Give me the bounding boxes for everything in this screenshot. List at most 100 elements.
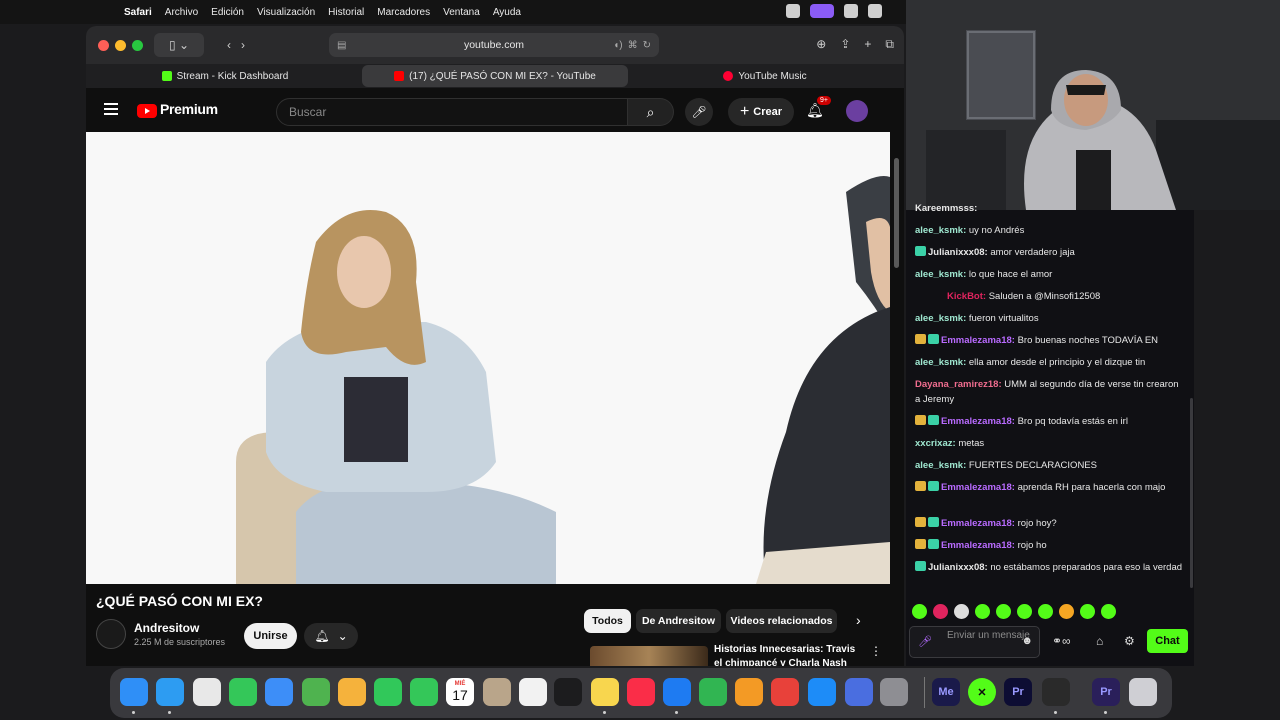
emote-icon[interactable] <box>1101 604 1116 619</box>
dock-app-store-icon[interactable] <box>808 678 836 706</box>
dock-safari-icon[interactable] <box>156 678 184 706</box>
prediction-icon[interactable]: ⚭∞ <box>1052 634 1071 648</box>
close-window-button[interactable] <box>98 40 109 51</box>
emote-icon[interactable] <box>912 604 927 619</box>
search-input[interactable]: Buscar <box>276 98 628 126</box>
menu-marcadores[interactable]: Marcadores <box>377 7 430 18</box>
dock-launchpad-icon[interactable] <box>193 678 221 706</box>
dock-pages-icon[interactable] <box>735 678 763 706</box>
related-video-thumbnail[interactable] <box>590 646 708 666</box>
more-options-icon[interactable]: ⋮ <box>870 644 882 658</box>
youtube-brand[interactable]: Premium <box>160 101 218 117</box>
menu-visualizacion[interactable]: Visualización <box>257 7 315 18</box>
address-bar[interactable]: ▤ youtube.com ◖) ⌘ ↻ <box>329 33 659 57</box>
new-tab-icon[interactable]: + <box>864 37 871 52</box>
audio-icon[interactable]: ◖) <box>613 40 622 51</box>
channel-name[interactable]: Andresitow <box>134 621 199 635</box>
dock-notes-icon[interactable] <box>591 678 619 706</box>
create-button[interactable]: + Crear <box>728 98 794 126</box>
tab-youtube-video[interactable]: (17) ¿QUÉ PASÓ CON MI EX? - YouTube <box>362 65 628 87</box>
emote-icon[interactable] <box>996 604 1011 619</box>
join-button[interactable]: Unirse <box>244 623 297 649</box>
dock-kick-icon[interactable]: ✕ <box>968 678 996 706</box>
dock-premiere-pro-beta-icon[interactable]: Pr <box>1092 678 1120 706</box>
chat-username[interactable]: alee_ksmk: <box>915 225 966 236</box>
chat-username[interactable]: KickBot: <box>947 291 986 302</box>
menu-ventana[interactable]: Ventana <box>443 7 480 18</box>
reload-icon[interactable]: ↻ <box>643 40 651 51</box>
share-icon[interactable]: ⇪ <box>840 37 850 52</box>
dock-finder-icon[interactable] <box>120 678 148 706</box>
menu-historial[interactable]: Historial <box>328 7 364 18</box>
dock-phone-icon[interactable] <box>410 678 438 706</box>
emoji-icon[interactable]: ☻ <box>1021 635 1033 647</box>
chat-username[interactable]: Julianixxx08: <box>928 247 988 258</box>
dock-premiere-pro-icon[interactable]: Pr <box>1004 678 1032 706</box>
chat-username[interactable]: Emmalezama18: <box>941 540 1015 551</box>
chat-username[interactable]: Emmalezama18: <box>941 518 1015 529</box>
chat-message-input[interactable]: 🎤︎ Enviar un mensaje ☻ <box>909 626 1040 658</box>
emote-icon[interactable] <box>1017 604 1032 619</box>
emote-icon[interactable] <box>954 604 969 619</box>
app-status-icon[interactable] <box>868 4 882 18</box>
dock-maps-icon[interactable] <box>302 678 330 706</box>
tab-overview-icon[interactable]: ⧉ <box>885 37 894 52</box>
dock-calendar-icon[interactable]: MIÉ 17 <box>446 678 474 706</box>
emote-icon[interactable] <box>975 604 990 619</box>
menu-app-name[interactable]: Safari <box>124 7 152 18</box>
tab-kick-dashboard[interactable]: Stream - Kick Dashboard <box>90 65 360 87</box>
sidebar-toggle-icon[interactable]: ▯ ⌄ <box>154 33 204 57</box>
dock-photos-icon[interactable] <box>338 678 366 706</box>
chat-username[interactable]: alee_ksmk: <box>915 269 966 280</box>
emote-icon[interactable] <box>1038 604 1053 619</box>
chat-username[interactable]: Dayana_ramirez18: <box>915 379 1002 390</box>
settings-gear-icon[interactable]: ⚙ <box>1124 634 1135 648</box>
dock-music-icon[interactable] <box>627 678 655 706</box>
dock-numbers-icon[interactable] <box>699 678 727 706</box>
dock-trash-icon[interactable] <box>1129 678 1157 706</box>
video-player[interactable] <box>86 132 890 584</box>
dock-system-settings-icon[interactable] <box>880 678 908 706</box>
chip-videos-relacionados[interactable]: Videos relacionados <box>726 609 837 633</box>
dock-facetime-icon[interactable] <box>374 678 402 706</box>
related-video-title[interactable]: Historias Innecesarias: Travis el chimpa… <box>714 643 864 666</box>
dock-mail-icon[interactable] <box>265 678 293 706</box>
avatar[interactable] <box>846 100 868 122</box>
music-icon[interactable] <box>844 4 858 18</box>
dock-reminders-icon[interactable] <box>519 678 547 706</box>
chat-send-button[interactable]: Chat <box>1147 629 1188 653</box>
dock-contacts-icon[interactable] <box>483 678 511 706</box>
chat-username[interactable]: alee_ksmk: <box>915 460 966 471</box>
chip-todos[interactable]: Todos <box>584 609 631 633</box>
back-forward-buttons[interactable]: ‹ › <box>210 33 262 57</box>
control-center-icon[interactable] <box>810 4 834 18</box>
dock-simulator-icon[interactable] <box>845 678 873 706</box>
dock-obs-icon[interactable] <box>1042 678 1070 706</box>
menu-archivo[interactable]: Archivo <box>165 7 198 18</box>
dock-messages-icon[interactable] <box>229 678 257 706</box>
dock-keynote-icon[interactable] <box>663 678 691 706</box>
search-icon[interactable]: ⌕ <box>628 98 674 126</box>
chat-username[interactable]: alee_ksmk: <box>915 313 966 324</box>
dock-rocket-typist-icon[interactable] <box>771 678 799 706</box>
tab-youtube-music[interactable]: YouTube Music <box>630 65 900 87</box>
chevron-right-icon[interactable]: › <box>856 612 861 628</box>
page-scrollbar[interactable] <box>894 158 899 268</box>
menu-edicion[interactable]: Edición <box>211 7 244 18</box>
chat-username[interactable]: Julianixxx08: <box>928 562 988 573</box>
dock-apple-tv-icon[interactable] <box>554 678 582 706</box>
chat-username[interactable]: Kareemmsss: <box>915 203 977 214</box>
chat-scrollbar[interactable] <box>1190 398 1193 588</box>
chat-username[interactable]: Emmalezama18: <box>941 482 1015 493</box>
emote-icon[interactable] <box>1080 604 1095 619</box>
subscribed-bell-button[interactable]: 🔔︎ ⌄ <box>304 623 358 649</box>
channel-avatar[interactable] <box>96 619 126 649</box>
chat-username[interactable]: xxcrixaz: <box>915 438 956 449</box>
emote-icon[interactable] <box>1059 604 1074 619</box>
emote-icon[interactable] <box>933 604 948 619</box>
chat-username[interactable]: alee_ksmk: <box>915 357 966 368</box>
dock-media-encoder-icon[interactable]: Me <box>932 678 960 706</box>
downloads-icon[interactable]: ⊕ <box>816 37 826 52</box>
chat-username[interactable]: Emmalezama18: <box>941 416 1015 427</box>
menu-ayuda[interactable]: Ayuda <box>493 7 521 18</box>
